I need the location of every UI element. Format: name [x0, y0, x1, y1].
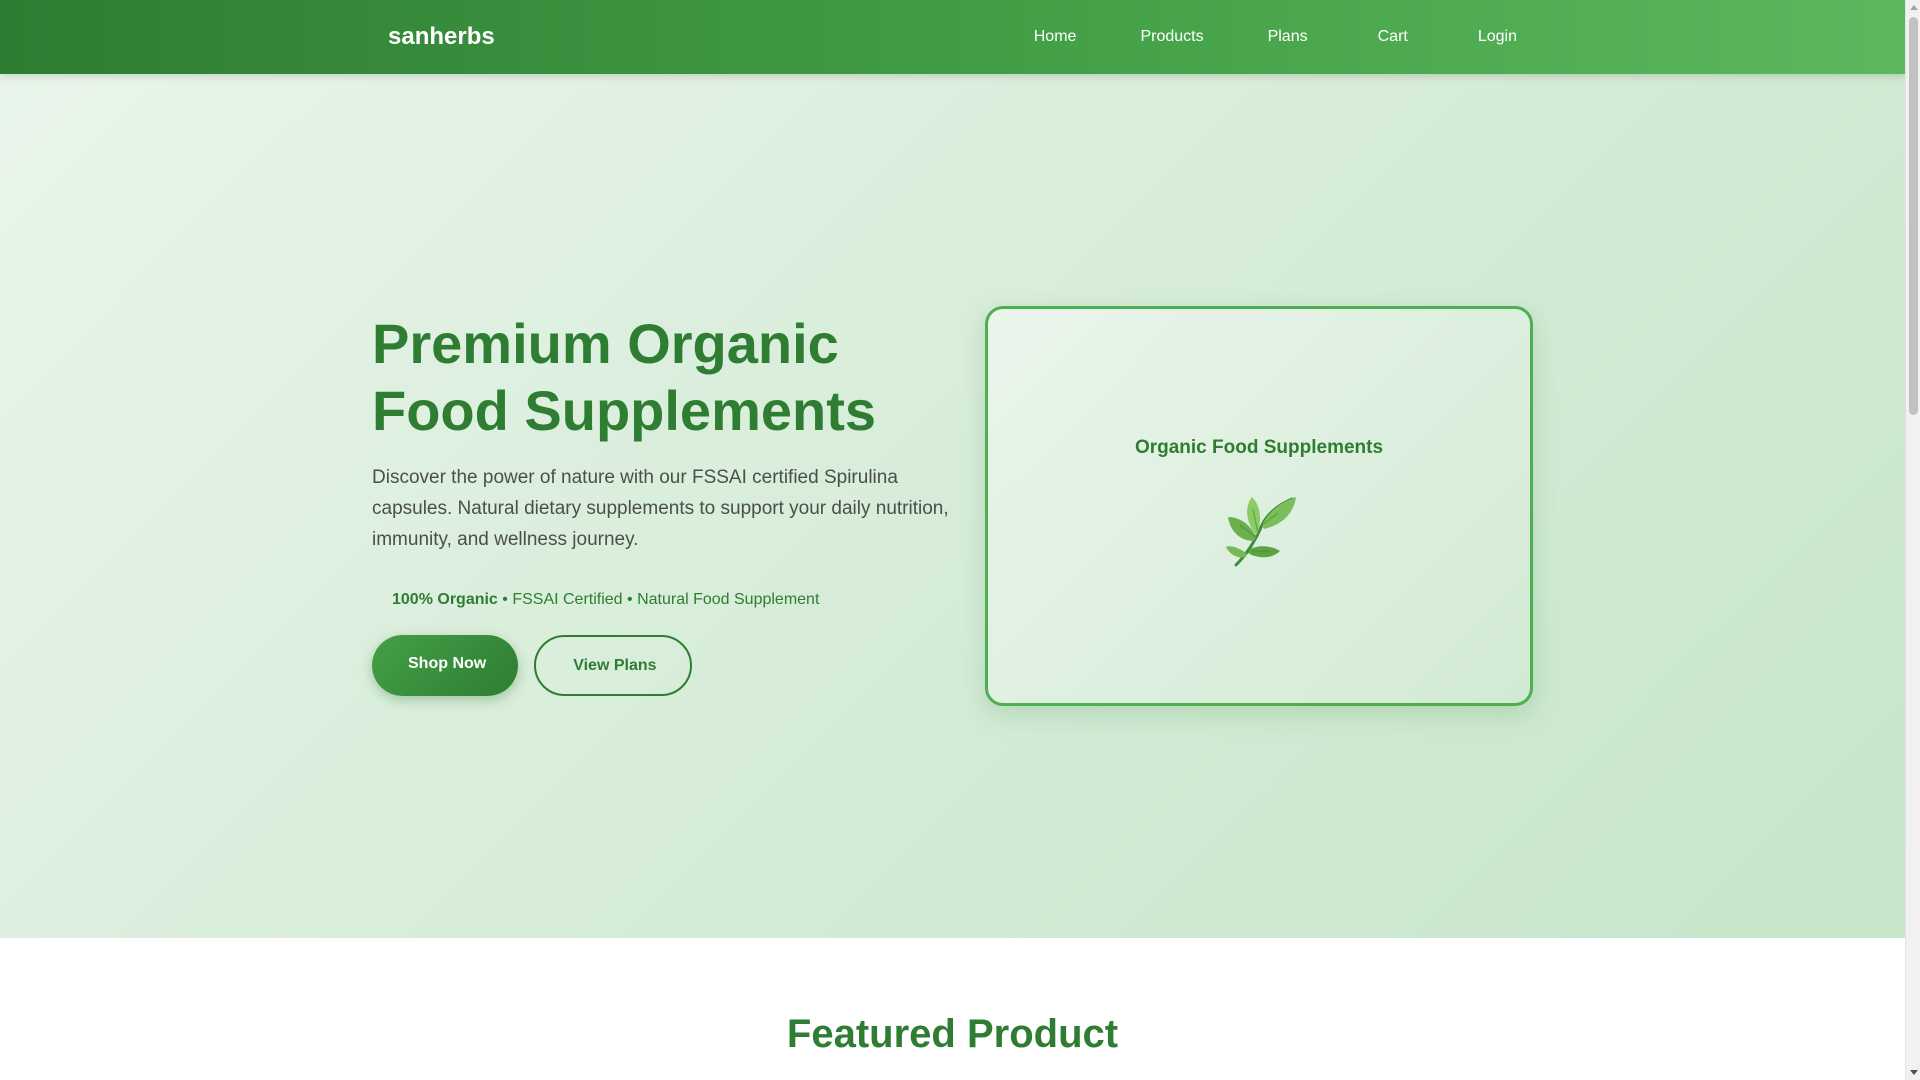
hero-title-line1: Premium Organic	[372, 312, 839, 375]
nav-cart-label: Cart	[1377, 28, 1408, 45]
hero-section: Premium Organic Food Supplements Discove…	[0, 74, 1905, 938]
top-navbar: sanherbs Home Products Plans Cart Login	[0, 0, 1905, 74]
nav-links: Home Products Plans Cart Login	[1002, 28, 1533, 46]
leaf-icon	[1226, 497, 1296, 567]
hero-description: Discover the power of nature with our FS…	[372, 467, 949, 550]
featured-section: Featured Product	[0, 938, 1905, 1080]
nav-products-link[interactable]: Products	[1108, 28, 1235, 46]
hero-title-line2: Food Supplements	[372, 379, 876, 442]
nav-products-label: Products	[1140, 28, 1204, 45]
featured-title: Featured Product	[786, 1012, 1119, 1056]
organic-badge: 100% Organic	[392, 591, 498, 608]
certification-badges: 100% Organic • FSSAI Certified • Natural…	[372, 591, 952, 609]
hero-cta-row: Shop Now View Plans	[372, 635, 952, 696]
scroll-up-arrow-icon[interactable]	[1910, 5, 1918, 10]
nav-cart-link[interactable]: Cart	[1340, 28, 1440, 46]
page-scrollbar[interactable]	[1905, 0, 1920, 1080]
view-plans-label: View Plans	[573, 656, 657, 674]
hero-card-title: Organic Food Supplements	[1134, 437, 1384, 458]
hero-title: Premium Organic Food Supplements	[372, 310, 952, 444]
certification-text: • FSSAI Certified • Natural Food Supplem…	[497, 591, 820, 608]
brand-logo-link[interactable]: sanherbs	[372, 23, 495, 51]
nav-plans-link[interactable]: Plans	[1236, 28, 1340, 46]
navbar-inner: sanherbs Home Products Plans Cart Login	[372, 0, 1533, 74]
scrollbar-thumb[interactable]	[1909, 17, 1918, 415]
nav-login-link[interactable]: Login	[1440, 28, 1533, 46]
shop-now-label: Shop Now	[408, 654, 487, 672]
shop-now-button[interactable]: Shop Now	[372, 635, 519, 696]
nav-home-link[interactable]: Home	[1002, 28, 1109, 46]
nav-plans-label: Plans	[1267, 28, 1308, 45]
hero-content: Premium Organic Food Supplements Discove…	[372, 310, 952, 696]
brand-name: sanherbs	[388, 23, 495, 50]
hero-product-card: Organic Food Supplements	[985, 306, 1533, 706]
nav-login-label: Login	[1477, 28, 1517, 45]
page-viewport: sanherbs Home Products Plans Cart Login …	[0, 0, 1905, 1080]
view-plans-button[interactable]: View Plans	[534, 635, 692, 696]
nav-home-label: Home	[1033, 28, 1077, 45]
scroll-down-arrow-icon[interactable]	[1910, 1070, 1918, 1075]
